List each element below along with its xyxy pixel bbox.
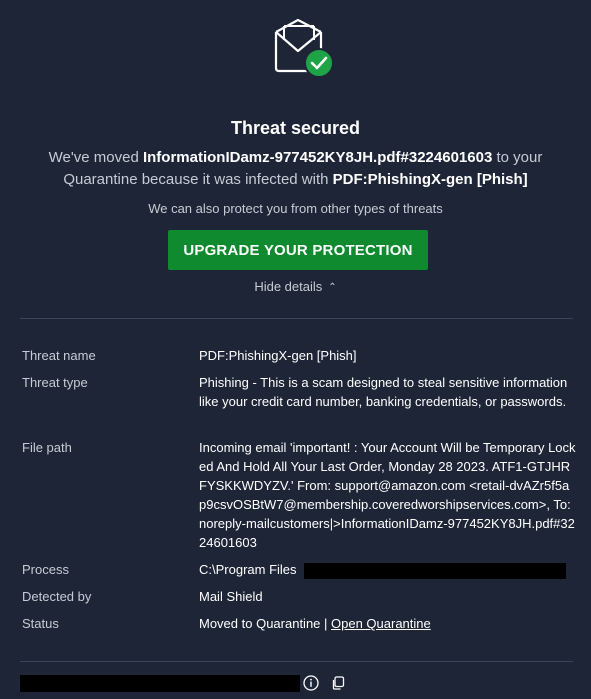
hide-details-label: Hide details [254, 279, 323, 294]
threat-type-value: Phishing - This is a scam designed to st… [199, 375, 568, 409]
threat-name-inline: PDF:PhishingX-gen [Phish] [332, 171, 528, 188]
process-value: C:\Program Files [199, 562, 297, 577]
threat-message: We've moved InformationIDamz-977452KY8JH… [20, 147, 571, 191]
process-value-wrap: C:\Program Files [199, 560, 576, 579]
footer-divider [20, 661, 573, 662]
detected-by-value: Mail Shield [199, 589, 263, 604]
file-path-value: Incoming email 'important! : Your Accoun… [199, 440, 576, 550]
hide-details-toggle[interactable]: Hide details ⌃ [0, 279, 591, 294]
file-path-label: File path [22, 440, 72, 455]
upgrade-protection-button[interactable]: UPGRADE YOUR PROTECTION [168, 230, 428, 270]
redacted-block [304, 562, 567, 579]
threat-type-label: Threat type [22, 375, 88, 390]
detected-by-label: Detected by [22, 589, 92, 604]
threat-name-value: PDF:PhishingX-gen [Phish] [199, 348, 357, 363]
threat-name-label: Threat name [22, 348, 96, 363]
process-label: Process [22, 562, 69, 577]
info-icon[interactable] [303, 675, 319, 691]
status-value-wrap: Moved to Quarantine | Open Quarantine [199, 614, 576, 633]
file-name: InformationIDamz-977452KY8JH.pdf#3224601… [142, 149, 493, 166]
redacted-block [20, 675, 300, 692]
status-value: Moved to Quarantine | [199, 616, 332, 631]
message-prefix: We've moved [48, 149, 143, 166]
copy-icon[interactable] [331, 676, 345, 690]
page-title: Threat secured [230, 118, 361, 138]
chevron-up-icon: ⌃ [328, 282, 337, 293]
envelope-check-icon [268, 18, 338, 80]
open-quarantine-link[interactable]: Open Quarantine [331, 616, 431, 631]
subtitle: We can also protect you from other types… [148, 201, 443, 216]
divider [20, 318, 573, 319]
status-label: Status [22, 616, 59, 631]
